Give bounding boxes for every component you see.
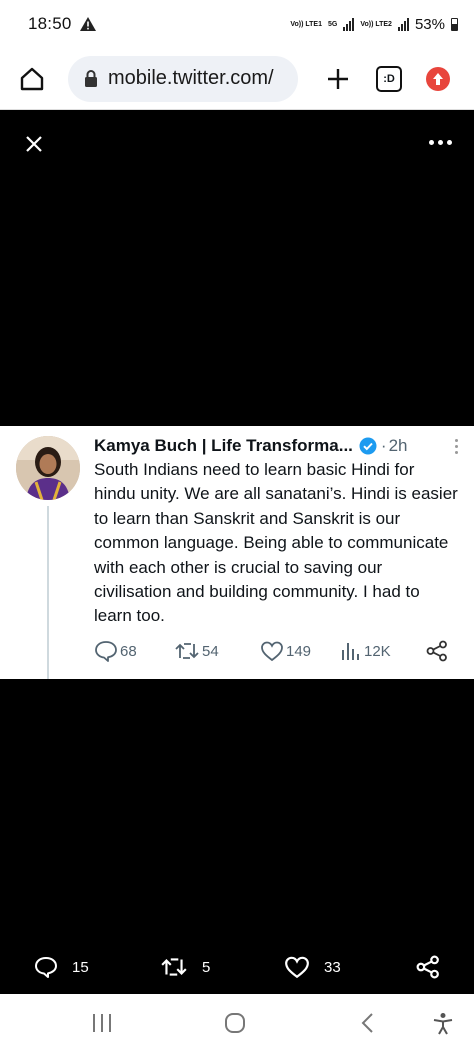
browser-toolbar: mobile.twitter.com/ :D xyxy=(0,48,474,110)
more-options-button[interactable] xyxy=(429,140,452,145)
views-button[interactable]: 12K xyxy=(340,640,420,662)
heart-icon xyxy=(261,641,283,662)
arrow-up-icon xyxy=(433,72,443,85)
accessibility-button[interactable] xyxy=(432,1012,454,1041)
media-reply-count: 15 xyxy=(72,958,89,976)
battery-icon xyxy=(451,17,458,31)
media-like-count: 33 xyxy=(324,958,341,976)
home-button[interactable] xyxy=(14,61,50,97)
media-viewer-lower xyxy=(0,679,474,994)
retweet-button[interactable]: 54 xyxy=(174,640,260,662)
verified-badge-icon xyxy=(359,437,377,455)
heart-icon xyxy=(285,956,309,979)
signal-2-icon xyxy=(397,17,409,31)
signal-1-icon xyxy=(343,17,355,31)
retweet-icon xyxy=(175,643,199,659)
avatar[interactable] xyxy=(16,436,80,500)
views-count: 12K xyxy=(364,642,391,660)
home-circle-icon xyxy=(225,1013,245,1033)
share-button[interactable] xyxy=(426,640,450,662)
lock-icon xyxy=(84,69,98,88)
address-bar[interactable]: mobile.twitter.com/ xyxy=(68,55,298,102)
accessibility-icon xyxy=(433,1013,453,1035)
tweet-time[interactable]: 2h xyxy=(389,436,408,456)
status-time: 18:50 xyxy=(28,14,72,33)
author-name[interactable]: Kamya Buch | Life Transforma... xyxy=(94,436,353,456)
back-chevron-icon xyxy=(361,1013,373,1033)
tweet-card[interactable]: Kamya Buch | Life Transforma... · 2h Sou… xyxy=(0,426,474,679)
media-share-button[interactable] xyxy=(416,955,440,979)
retweet-icon xyxy=(161,958,187,976)
home-nav-button[interactable] xyxy=(224,1012,246,1039)
tweet-actions: 68 54 149 12K xyxy=(94,640,450,662)
close-button[interactable] xyxy=(22,132,46,156)
status-bar: 18:50 Vo)) LTE1 5G Vo)) LTE2 53% xyxy=(0,0,474,48)
warning-icon xyxy=(79,17,96,31)
new-tab-button[interactable] xyxy=(322,63,354,95)
system-nav-bar xyxy=(0,994,474,1053)
views-chart-icon xyxy=(342,643,359,660)
thread-line xyxy=(47,506,49,679)
retweet-count: 54 xyxy=(202,642,219,660)
like-button[interactable]: 149 xyxy=(260,640,340,662)
share-icon xyxy=(426,640,447,662)
status-indicators: Vo)) LTE1 5G Vo)) LTE2 53% xyxy=(290,16,458,33)
separator-dot: · xyxy=(380,436,387,455)
media-like-button[interactable]: 33 xyxy=(284,955,341,979)
media-retweet-button[interactable]: 5 xyxy=(160,955,210,979)
close-icon xyxy=(26,136,42,152)
like-count: 149 xyxy=(286,642,312,660)
battery-percent: 53% xyxy=(414,15,445,33)
reply-count: 68 xyxy=(120,642,137,660)
tab-switcher-button[interactable]: :D xyxy=(376,65,402,92)
recent-apps-icon xyxy=(93,1014,111,1032)
network-type-indicator: 5G xyxy=(327,20,338,28)
reply-icon xyxy=(35,957,57,978)
media-retweet-count: 5 xyxy=(202,958,211,976)
reply-button[interactable]: 68 xyxy=(94,640,174,662)
plus-icon xyxy=(328,68,348,89)
share-icon xyxy=(416,955,439,979)
url-text: mobile.twitter.com/ xyxy=(108,67,274,89)
tweet-header: Kamya Buch | Life Transforma... · 2h xyxy=(94,434,458,458)
tweet-text: South Indians need to learn basic Hindi … xyxy=(94,460,458,626)
tweet-menu-button[interactable] xyxy=(455,438,458,454)
volte-2-indicator: Vo)) LTE2 xyxy=(360,20,392,28)
home-icon xyxy=(20,67,44,90)
back-button[interactable] xyxy=(360,1012,376,1039)
update-button[interactable] xyxy=(426,66,450,91)
media-reply-button[interactable]: 15 xyxy=(34,955,89,979)
volte-1-indicator: Vo)) LTE1 xyxy=(290,20,322,28)
reply-icon xyxy=(95,641,117,662)
media-actions-bar: 15 5 33 xyxy=(0,950,474,984)
recent-apps-button[interactable] xyxy=(90,1012,114,1039)
media-viewer xyxy=(0,110,474,426)
